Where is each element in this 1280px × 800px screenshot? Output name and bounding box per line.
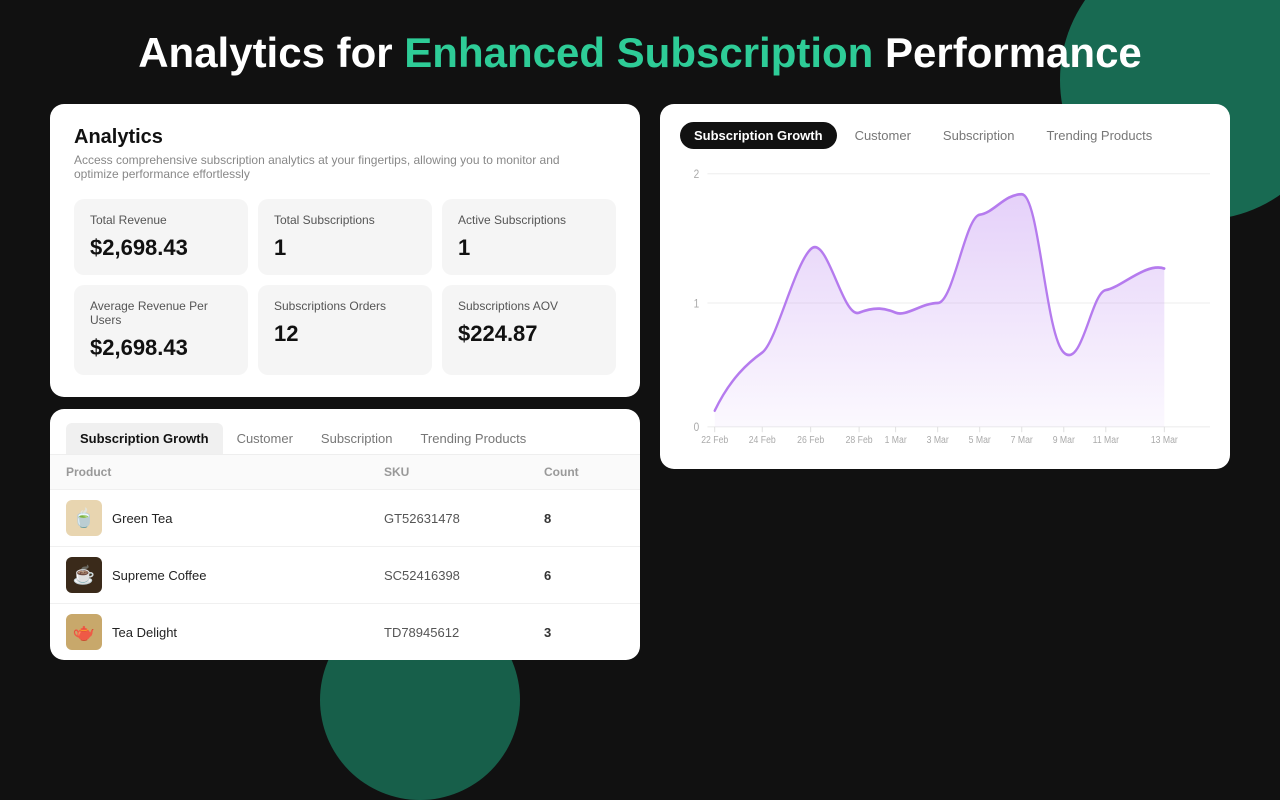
table-tab-customer[interactable]: Customer	[223, 423, 307, 454]
content-row: Analytics Access comprehensive subscript…	[50, 104, 1230, 660]
analytics-card-title: Analytics	[74, 126, 616, 149]
count-tea-delight: 3	[544, 625, 624, 640]
metric-value-total-revenue: $2,698.43	[90, 235, 232, 261]
title-start: Analytics for	[138, 29, 404, 76]
sku-green-tea: GT52631478	[384, 511, 544, 526]
chart-tab-trending[interactable]: Trending Products	[1032, 122, 1166, 149]
product-cell-green-tea: 🍵 Green Tea	[66, 500, 384, 536]
table-row: 🍵 Green Tea GT52631478 8	[50, 489, 640, 546]
col-count: Count	[544, 465, 624, 479]
metric-box-aov: Subscriptions AOV $224.87	[442, 285, 616, 375]
metric-value-total-subs: 1	[274, 235, 416, 261]
metric-label-total-subs: Total Subscriptions	[274, 213, 416, 227]
right-panel: Subscription Growth Customer Subscriptio…	[660, 104, 1230, 469]
svg-text:0: 0	[694, 422, 700, 435]
table-tab-subscription[interactable]: Subscription	[307, 423, 407, 454]
chart-tab-subscription[interactable]: Subscription	[929, 122, 1029, 149]
product-name-green-tea: Green Tea	[112, 511, 172, 526]
product-cell-tea-delight: 🫖 Tea Delight	[66, 614, 384, 650]
metric-label-total-revenue: Total Revenue	[90, 213, 232, 227]
col-product: Product	[66, 465, 384, 479]
analytics-card-desc: Access comprehensive subscription analyt…	[74, 153, 574, 181]
product-thumb-supreme-coffee: ☕	[66, 557, 102, 593]
sku-tea-delight: TD78945612	[384, 625, 544, 640]
metric-box-total-subs: Total Subscriptions 1	[258, 199, 432, 275]
title-end: Performance	[873, 29, 1141, 76]
table-tab-trending[interactable]: Trending Products	[406, 423, 540, 454]
table-tabs: Subscription Growth Customer Subscriptio…	[50, 409, 640, 455]
title-highlight: Enhanced Subscription	[404, 29, 873, 76]
table-inner: Product SKU Count 🍵 Green Tea GT52631478…	[50, 455, 640, 660]
metric-label-active-subs: Active Subscriptions	[458, 213, 600, 227]
metric-value-avg-revenue: $2,698.43	[90, 335, 232, 361]
col-sku: SKU	[384, 465, 544, 479]
metric-value-aov: $224.87	[458, 321, 600, 347]
svg-text:1: 1	[694, 298, 700, 311]
svg-text:9 Mar: 9 Mar	[1053, 435, 1075, 444]
metric-box-total-revenue: Total Revenue $2,698.43	[74, 199, 248, 275]
metric-label-aov: Subscriptions AOV	[458, 299, 600, 313]
metric-box-avg-revenue: Average Revenue Per Users $2,698.43	[74, 285, 248, 375]
table-header: Product SKU Count	[50, 455, 640, 489]
chart-svg: 2 1 0	[680, 163, 1210, 443]
product-thumb-tea-delight: 🫖	[66, 614, 102, 650]
svg-text:7 Mar: 7 Mar	[1011, 435, 1033, 444]
count-supreme-coffee: 6	[544, 568, 624, 583]
table-card: Subscription Growth Customer Subscriptio…	[50, 409, 640, 660]
metric-box-orders: Subscriptions Orders 12	[258, 285, 432, 375]
svg-text:1 Mar: 1 Mar	[885, 435, 907, 444]
chart-card: Subscription Growth Customer Subscriptio…	[660, 104, 1230, 469]
metric-label-avg-revenue: Average Revenue Per Users	[90, 299, 232, 327]
page-title: Analytics for Enhanced Subscription Perf…	[50, 30, 1230, 76]
product-name-tea-delight: Tea Delight	[112, 625, 177, 640]
product-cell-supreme-coffee: ☕ Supreme Coffee	[66, 557, 384, 593]
svg-text:28 Feb: 28 Feb	[846, 435, 873, 444]
svg-text:2: 2	[694, 169, 700, 182]
main-container: Analytics for Enhanced Subscription Perf…	[0, 0, 1280, 690]
left-panel: Analytics Access comprehensive subscript…	[50, 104, 640, 660]
product-thumb-green-tea: 🍵	[66, 500, 102, 536]
chart-area: 2 1 0	[680, 163, 1210, 443]
chart-tabs: Subscription Growth Customer Subscriptio…	[680, 122, 1210, 149]
metrics-grid: Total Revenue $2,698.43 Total Subscripti…	[74, 199, 616, 375]
svg-text:5 Mar: 5 Mar	[969, 435, 991, 444]
metric-value-active-subs: 1	[458, 235, 600, 261]
chart-tab-customer[interactable]: Customer	[841, 122, 925, 149]
count-green-tea: 8	[544, 511, 624, 526]
sku-supreme-coffee: SC52416398	[384, 568, 544, 583]
product-name-supreme-coffee: Supreme Coffee	[112, 568, 206, 583]
chart-tab-growth[interactable]: Subscription Growth	[680, 122, 837, 149]
svg-text:3 Mar: 3 Mar	[927, 435, 949, 444]
metric-label-orders: Subscriptions Orders	[274, 299, 416, 313]
table-tab-growth[interactable]: Subscription Growth	[66, 423, 223, 454]
svg-text:22 Feb: 22 Feb	[701, 435, 728, 444]
metric-value-orders: 12	[274, 321, 416, 347]
svg-text:11 Mar: 11 Mar	[1093, 435, 1119, 444]
svg-text:26 Feb: 26 Feb	[797, 435, 824, 444]
table-row: ☕ Supreme Coffee SC52416398 6	[50, 546, 640, 603]
svg-text:13 Mar: 13 Mar	[1151, 435, 1178, 444]
svg-text:24 Feb: 24 Feb	[749, 435, 776, 444]
analytics-card: Analytics Access comprehensive subscript…	[50, 104, 640, 397]
metric-box-active-subs: Active Subscriptions 1	[442, 199, 616, 275]
table-row: 🫖 Tea Delight TD78945612 3	[50, 603, 640, 660]
